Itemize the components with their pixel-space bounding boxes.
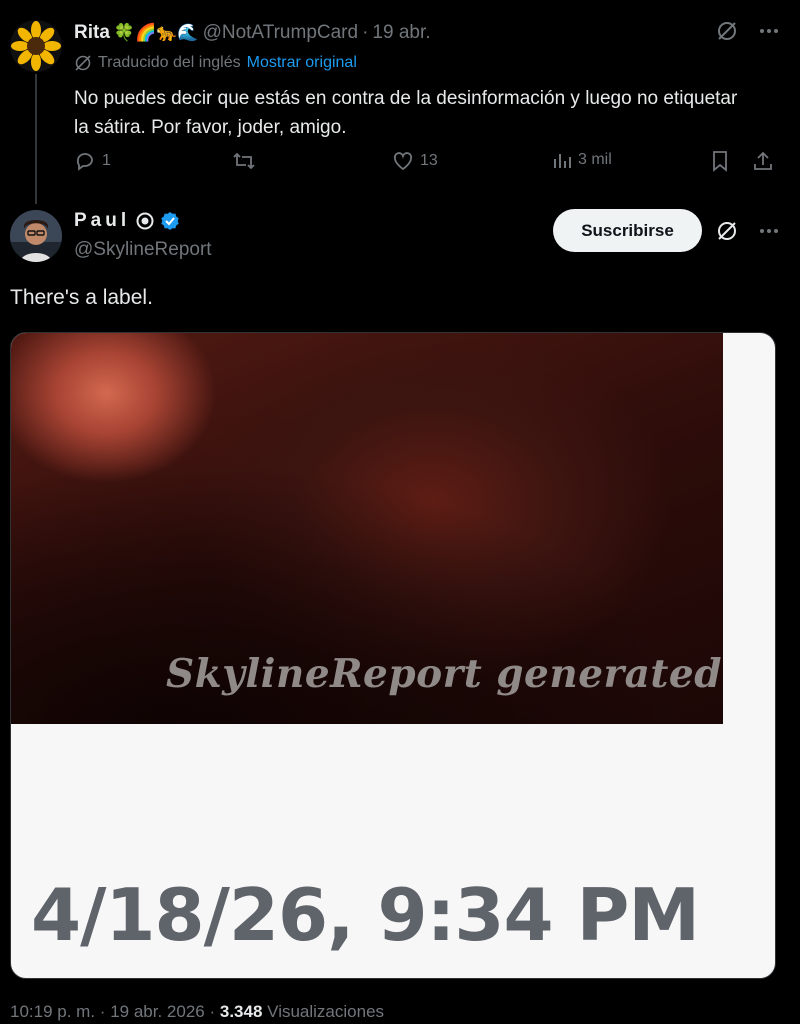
- post-media-image[interactable]: SkylineReport generated 4/18/26, 9:34 PM: [10, 332, 776, 979]
- views-button[interactable]: 3 mil: [552, 150, 612, 170]
- post-time[interactable]: 10:19 p. m.: [10, 1002, 95, 1021]
- translation-notice: Traducido del inglés Mostrar original: [74, 54, 357, 72]
- subscribe-button[interactable]: Suscribirse: [553, 209, 702, 252]
- display-name[interactable]: Rita: [74, 22, 110, 44]
- views-label: Visualizaciones: [267, 1002, 385, 1021]
- avatar[interactable]: [10, 20, 62, 72]
- post-top-actions: [716, 220, 780, 242]
- translated-label: Traducido del inglés: [98, 54, 241, 71]
- reply-action-bar: 1 13 3 mil: [74, 150, 774, 178]
- media-timestamp: 4/18/26, 9:34 PM: [31, 873, 700, 957]
- post-text: There's a label.: [10, 286, 153, 309]
- show-original-link[interactable]: Mostrar original: [247, 54, 357, 72]
- views-count: 3 mil: [578, 151, 612, 168]
- ai-generated-watermark: SkylineReport generated: [166, 651, 722, 697]
- circle-dot-icon: [136, 212, 154, 230]
- grok-icon[interactable]: [716, 20, 738, 42]
- reply-header: Rita 🍀🌈🐆🌊 @NotATrumpCard · 19 abr.: [74, 20, 431, 46]
- post-metadata: 10:19 p. m. · 19 abr. 2026 · 3.348 Visua…: [10, 1002, 384, 1022]
- share-icon: [752, 150, 774, 172]
- separator: ·: [209, 1002, 216, 1021]
- verified-badge-icon: [160, 211, 180, 231]
- views-total: 3.348: [219, 1002, 263, 1021]
- like-button[interactable]: 13: [392, 150, 438, 172]
- post-full-date[interactable]: 19 abr. 2026: [110, 1002, 205, 1021]
- user-handle[interactable]: @SkylineReport: [74, 239, 212, 261]
- thread-connector-line: [35, 74, 37, 204]
- translate-icon: [74, 54, 92, 72]
- like-count: 13: [420, 152, 438, 169]
- bookmark-icon: [710, 150, 730, 172]
- user-handle[interactable]: @NotATrumpCard: [203, 22, 359, 44]
- reply-icon: [74, 150, 96, 172]
- repost-button[interactable]: [232, 150, 256, 172]
- more-options-icon[interactable]: [758, 20, 780, 42]
- display-name[interactable]: Paul: [74, 210, 130, 232]
- separator: ·: [362, 22, 369, 43]
- share-button[interactable]: [752, 150, 774, 172]
- avatar[interactable]: [10, 210, 62, 262]
- bookmark-button[interactable]: [710, 150, 730, 172]
- repost-icon: [232, 150, 256, 172]
- video-frame: SkylineReport generated: [11, 333, 723, 724]
- heart-icon: [392, 150, 414, 172]
- name-emojis: 🍀🌈🐆🌊: [113, 23, 199, 42]
- author-name-row: Paul: [74, 210, 180, 232]
- reply-top-actions: [716, 20, 780, 42]
- reply-count: 1: [102, 152, 111, 169]
- post-date[interactable]: 19 abr.: [372, 22, 430, 44]
- grok-icon[interactable]: [716, 220, 738, 242]
- separator: ·: [99, 1002, 106, 1021]
- reply-text: No puedes decir que estás en contra de l…: [74, 88, 738, 138]
- views-chart-icon: [552, 150, 572, 170]
- more-options-icon[interactable]: [758, 220, 780, 242]
- reply-button[interactable]: 1: [74, 150, 111, 172]
